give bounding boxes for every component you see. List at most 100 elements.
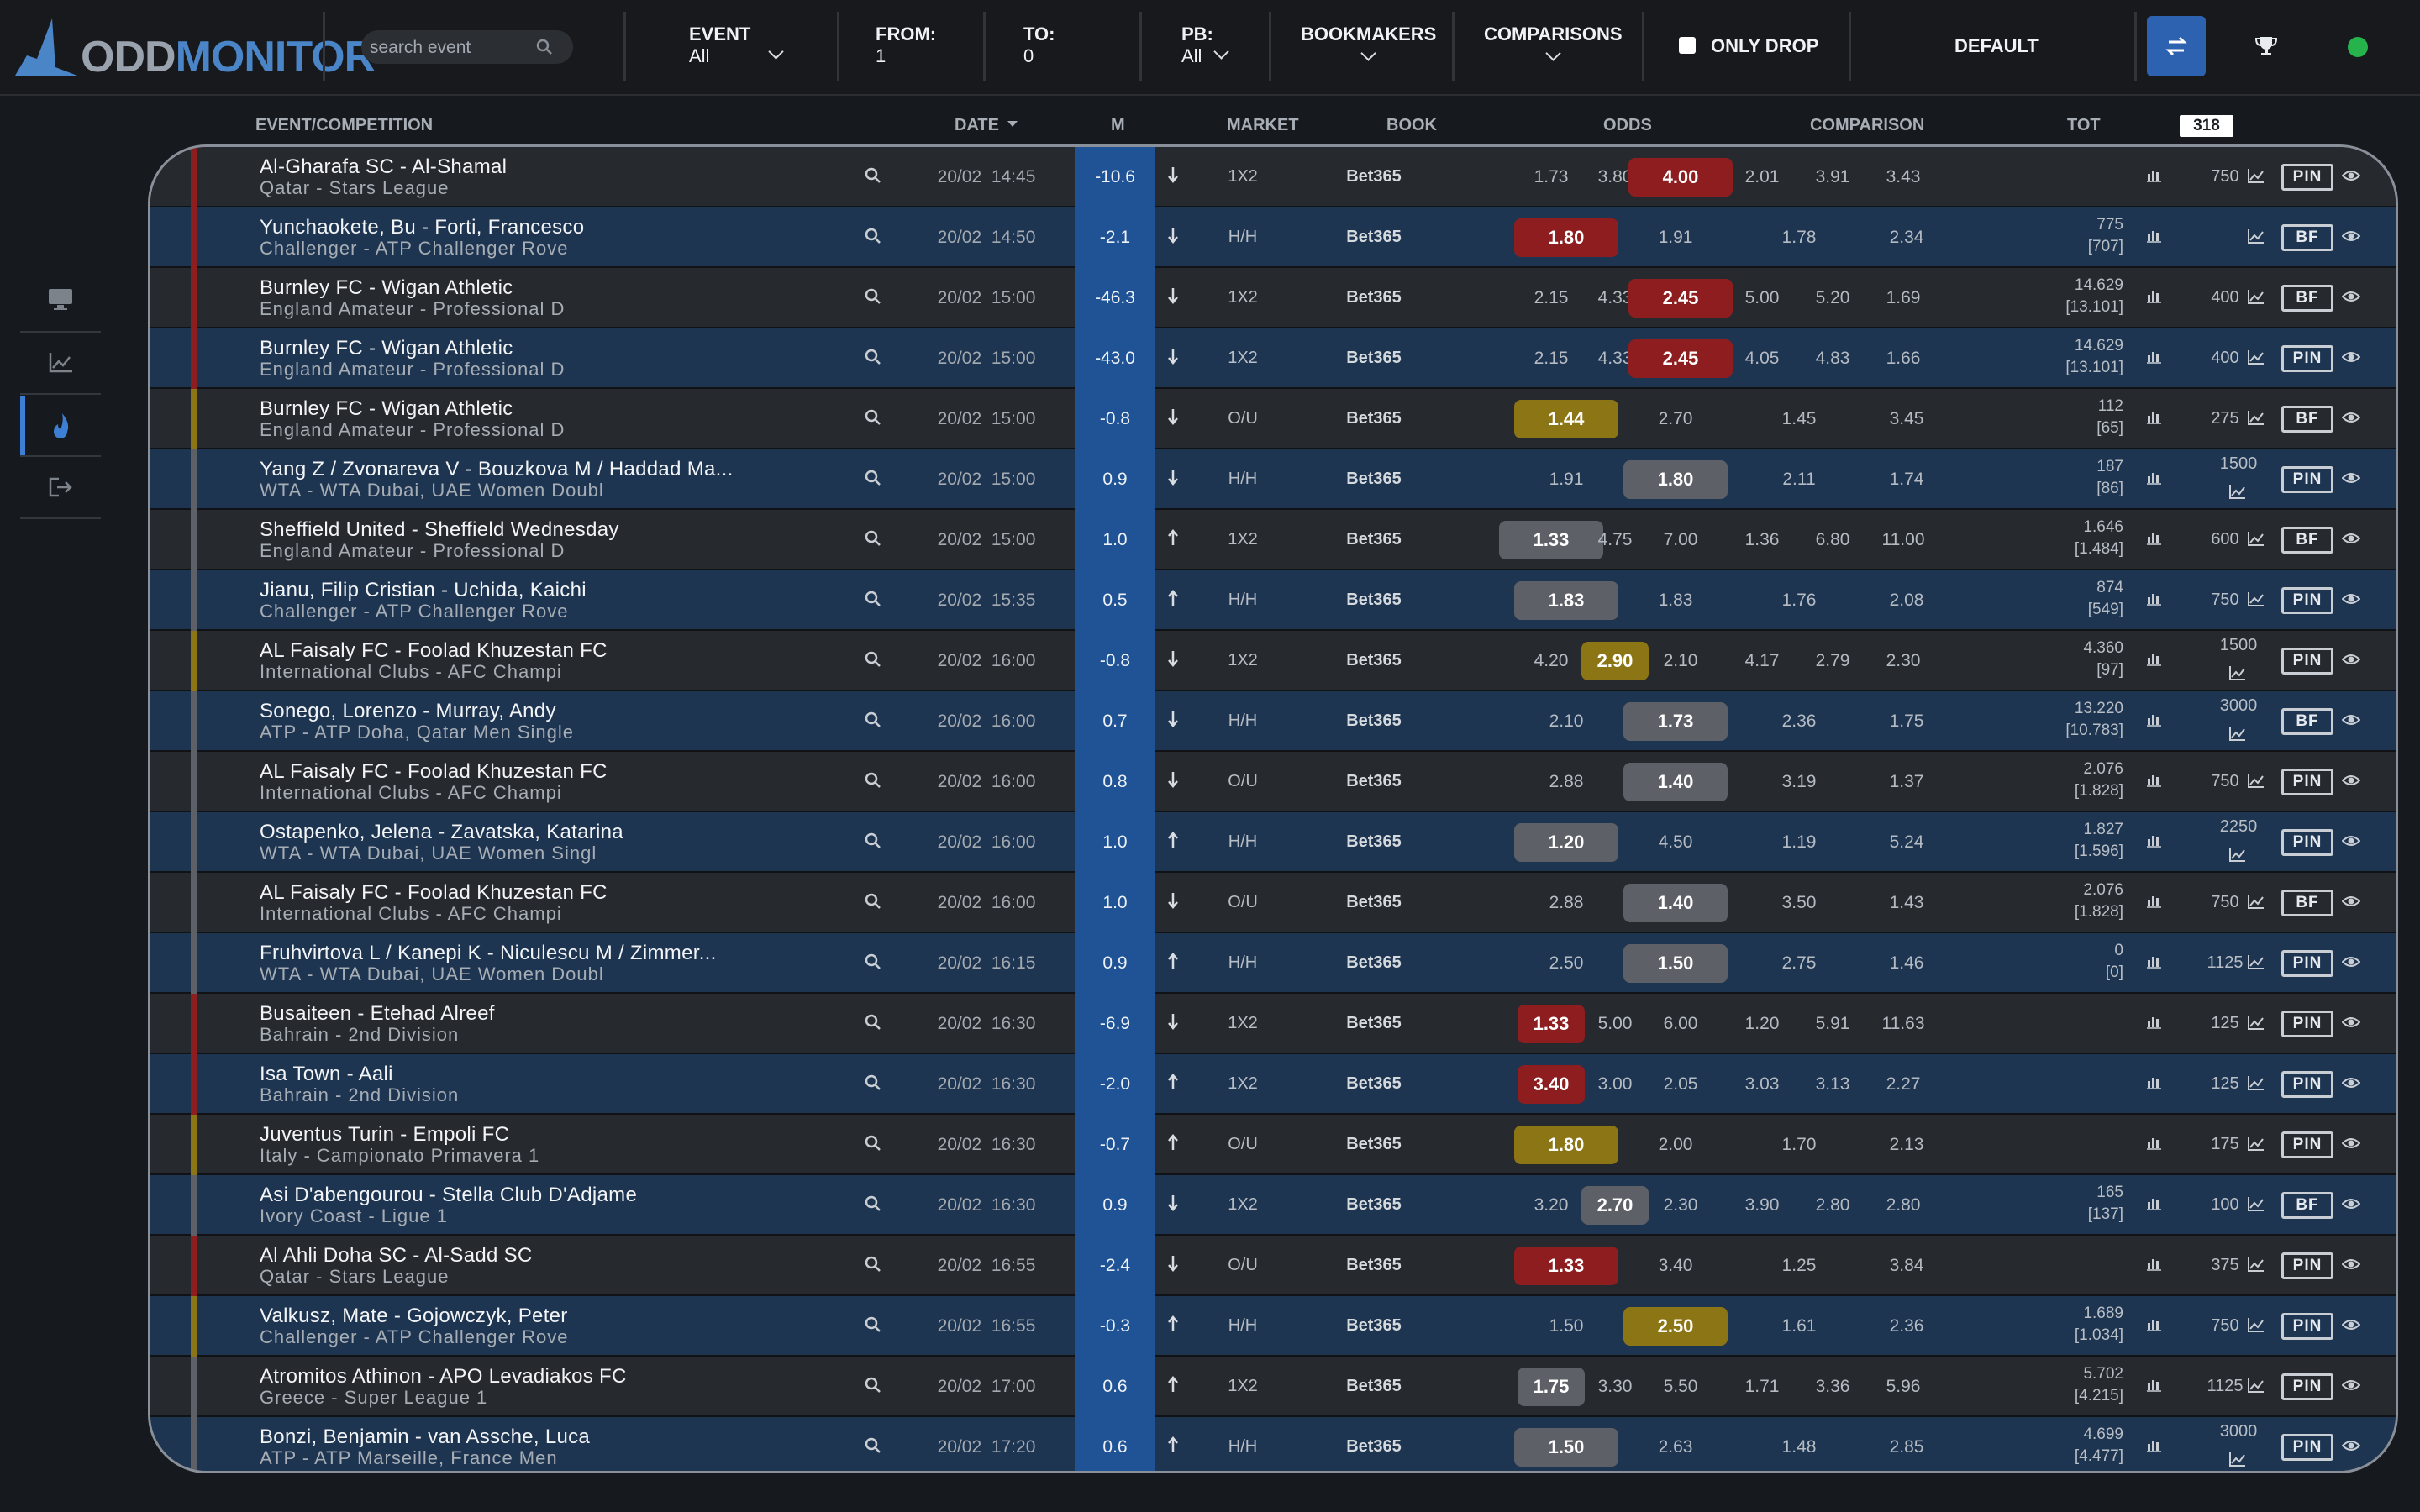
search-icon[interactable] (865, 1256, 881, 1273)
odds-value[interactable]: 3.40 (1646, 1256, 1705, 1276)
eye-icon[interactable] (2342, 832, 2360, 849)
odds-highlight[interactable]: 2.70 (1581, 1186, 1649, 1225)
line-chart-icon[interactable] (2248, 409, 2265, 426)
bar-chart-icon[interactable] (2147, 288, 2162, 305)
event-name[interactable]: Burnley FC - Wigan Athletic (260, 397, 513, 421)
line-chart-icon[interactable] (2248, 1195, 2265, 1212)
odds-value[interactable]: 2.63 (1646, 1437, 1705, 1457)
trophy-icon[interactable] (2254, 35, 2279, 57)
exchange-tag[interactable]: PIN (2281, 829, 2333, 856)
odds-highlight[interactable]: 3.40 (1518, 1065, 1585, 1104)
line-chart-icon[interactable] (2248, 1316, 2265, 1333)
exchange-tag[interactable]: BF (2281, 406, 2333, 433)
search-icon[interactable] (865, 1135, 881, 1152)
exchange-tag[interactable]: PIN (2281, 466, 2333, 493)
exchange-tag[interactable]: BF (2281, 224, 2333, 251)
odds-highlight[interactable]: 1.80 (1514, 218, 1618, 257)
odds-highlight[interactable]: 1.50 (1623, 944, 1728, 983)
table-row[interactable]: Sonego, Lorenzo - Murray, Andy ATP - ATP … (150, 691, 2396, 752)
odds-value[interactable]: 2.05 (1651, 1074, 1710, 1095)
search-input[interactable] (368, 30, 539, 66)
bar-chart-icon[interactable] (2147, 228, 2162, 244)
search-icon[interactable] (865, 893, 881, 910)
line-chart-icon[interactable] (2229, 725, 2246, 742)
exchange-tag[interactable]: PIN (2281, 1131, 2333, 1158)
column-header-event[interactable]: EVENT/COMPETITION (255, 116, 433, 135)
line-chart-icon[interactable] (2248, 591, 2265, 607)
event-name[interactable]: Al-Gharafa SC - Al-Shamal (260, 155, 507, 179)
event-name[interactable]: Burnley FC - Wigan Athletic (260, 337, 513, 360)
bar-chart-icon[interactable] (2147, 167, 2162, 184)
eye-icon[interactable] (2342, 409, 2360, 426)
line-chart-icon[interactable] (2248, 772, 2265, 789)
bar-chart-icon[interactable] (2147, 1256, 2162, 1273)
odds-highlight[interactable]: 1.33 (1518, 1005, 1585, 1043)
table-row[interactable]: Isa Town - Aali Bahrain - 2nd Division 20/… (150, 1054, 2396, 1115)
odds-highlight[interactable]: 1.73 (1623, 702, 1728, 741)
eye-icon[interactable] (2342, 772, 2360, 789)
odds-value[interactable]: 2.70 (1646, 409, 1705, 429)
line-chart-icon[interactable] (2248, 893, 2265, 910)
eye-icon[interactable] (2342, 1316, 2360, 1333)
table-row[interactable]: AL Faisaly FC - Foolad Khuzestan FC Inter… (150, 752, 2396, 812)
event-name[interactable]: Busaiteen - Etehad Alreef (260, 1002, 495, 1026)
oddmonitor-logo[interactable]: ODDMONITOR (15, 17, 376, 81)
search-icon[interactable] (865, 530, 881, 547)
odds-value[interactable]: 2.50 (1537, 953, 1596, 974)
to-filter[interactable]: TO: 0 (1023, 24, 1055, 67)
odds-highlight[interactable]: 1.40 (1623, 763, 1728, 801)
table-row[interactable]: Ostapenko, Jelena - Zavatska, Katarina WT… (150, 812, 2396, 873)
table-row[interactable]: Sheffield United - Sheffield Wednesday En… (150, 510, 2396, 570)
table-row[interactable]: Yunchaokete, Bu - Forti, Francesco Challe… (150, 207, 2396, 268)
event-filter[interactable]: EVENT All (689, 24, 784, 67)
odds-highlight[interactable]: 2.45 (1628, 279, 1733, 318)
bar-chart-icon[interactable] (2147, 1377, 2162, 1394)
search-icon[interactable] (865, 651, 881, 668)
eye-icon[interactable] (2342, 288, 2360, 305)
odds-value[interactable]: 2.15 (1522, 349, 1581, 369)
event-name[interactable]: AL Faisaly FC - Foolad Khuzestan FC (260, 760, 608, 784)
event-name[interactable]: Sonego, Lorenzo - Murray, Andy (260, 700, 556, 723)
line-chart-icon[interactable] (2248, 1256, 2265, 1273)
event-name[interactable]: Sheffield United - Sheffield Wednesday (260, 518, 619, 542)
bar-chart-icon[interactable] (2147, 651, 2162, 668)
odds-highlight[interactable]: 4.00 (1628, 158, 1733, 197)
odds-value[interactable]: 2.00 (1646, 1135, 1705, 1155)
search-box[interactable] (361, 30, 573, 66)
bar-chart-icon[interactable] (2147, 953, 2162, 970)
odds-value[interactable]: 2.30 (1651, 1195, 1710, 1215)
event-name[interactable]: Isa Town - Aali (260, 1063, 393, 1086)
bar-chart-icon[interactable] (2147, 1074, 2162, 1091)
line-chart-icon[interactable] (2229, 1451, 2246, 1467)
line-chart-icon[interactable] (2229, 664, 2246, 681)
event-name[interactable]: Jianu, Filip Cristian - Uchida, Kaichi (260, 579, 587, 602)
odds-value[interactable]: 2.88 (1537, 772, 1596, 792)
exchange-tag[interactable]: PIN (2281, 1071, 2333, 1098)
odds-highlight[interactable]: 2.50 (1623, 1307, 1728, 1346)
search-icon[interactable] (865, 349, 881, 365)
search-icon[interactable] (865, 470, 881, 486)
bookmakers-dropdown[interactable]: BOOKMAKERS (1301, 24, 1436, 67)
eye-icon[interactable] (2342, 167, 2360, 184)
only-drop-label[interactable]: ONLY DROP (1711, 35, 1818, 57)
sidebar-item-charts[interactable] (20, 333, 101, 393)
table-row[interactable]: Yang Z / Zvonareva V - Bouzkova M / Hadd… (150, 449, 2396, 510)
exchange-tag[interactable]: PIN (2281, 648, 2333, 675)
table-row[interactable]: Asi D'abengourou - Stella Club D'Adjame I… (150, 1175, 2396, 1236)
event-name[interactable]: Al Ahli Doha SC - Al-Sadd SC (260, 1244, 533, 1268)
odds-value[interactable]: 3.00 (1586, 1074, 1644, 1095)
eye-icon[interactable] (2342, 1074, 2360, 1091)
event-name[interactable]: Burnley FC - Wigan Athletic (260, 276, 513, 300)
odds-value[interactable]: 1.91 (1646, 228, 1705, 248)
bar-chart-icon[interactable] (2147, 530, 2162, 547)
odds-value[interactable]: 5.50 (1651, 1377, 1710, 1397)
event-name[interactable]: Fruhvirtova L / Kanepi K - Niculescu M /… (260, 942, 717, 965)
column-header-book[interactable]: BOOK (1386, 116, 1437, 135)
odds-value[interactable]: 3.30 (1586, 1377, 1644, 1397)
search-icon[interactable] (865, 228, 881, 244)
event-name[interactable]: Ostapenko, Jelena - Zavatska, Katarina (260, 821, 623, 844)
table-row[interactable]: Burnley FC - Wigan Athletic England Amate… (150, 389, 2396, 449)
bar-chart-icon[interactable] (2147, 832, 2162, 849)
sidebar-item-monitor[interactable] (20, 269, 101, 329)
exchange-tag[interactable]: PIN (2281, 1434, 2333, 1461)
